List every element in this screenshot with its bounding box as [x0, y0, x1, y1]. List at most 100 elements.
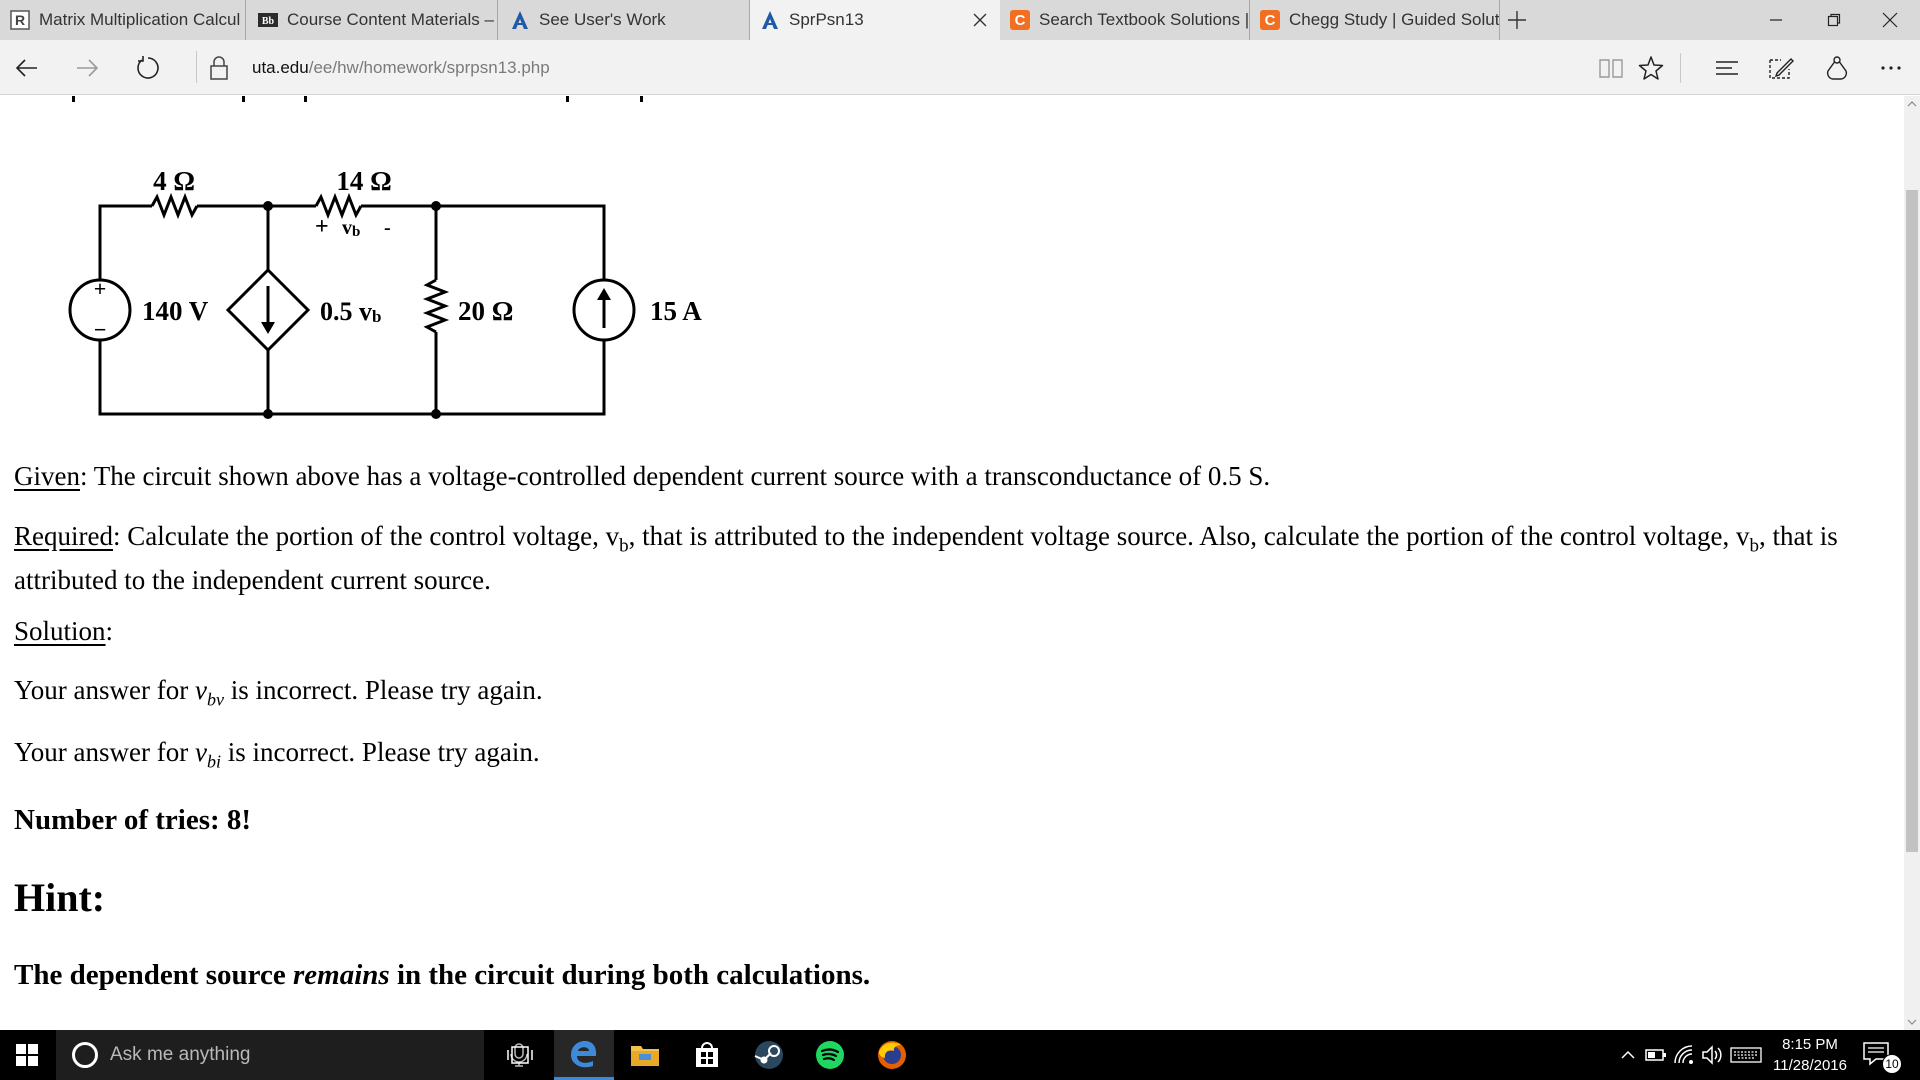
svg-text:Bb: Bb	[262, 16, 275, 27]
blackboard-icon: Bb	[258, 10, 278, 30]
task-view-button[interactable]	[490, 1030, 550, 1080]
start-button[interactable]	[0, 1030, 54, 1080]
resistor-14-ohm	[314, 192, 363, 220]
tab-title: Matrix Multiplication Calcul	[39, 10, 241, 29]
label-vb: vb	[342, 217, 360, 240]
label-r3: 20 Ω	[458, 296, 513, 326]
store-icon	[696, 1042, 718, 1067]
forward-button[interactable]	[70, 51, 104, 85]
cortana-search-box[interactable]: Ask me anything	[56, 1030, 528, 1080]
address-separator	[196, 51, 197, 83]
tab-chegg-study[interactable]: C Chegg Study | Guided Solut	[1250, 0, 1500, 40]
restore-icon	[1827, 13, 1841, 27]
label-vb-minus: -	[384, 217, 391, 239]
url-domain: uta.edu	[252, 58, 309, 77]
label-r2: 14 Ω	[336, 166, 391, 196]
tab-title: Search Textbook Solutions |	[1039, 10, 1249, 29]
page-content: 4 Ω 14 Ω + vb - + − 140 V 0.5 vb 20 Ω 15…	[0, 96, 1904, 1030]
a-logo-icon	[760, 10, 780, 30]
given-paragraph: Given: The circuit shown above has a vol…	[14, 459, 1894, 493]
minimize-icon	[1770, 19, 1782, 21]
hint-emphasis: remains	[293, 959, 390, 991]
address-field[interactable]: uta.edu/ee/hw/homework/sprpsn13.php	[252, 58, 550, 78]
folder-icon	[631, 1046, 659, 1066]
required-sub-2: b	[1749, 535, 1760, 557]
tab-title: See User's Work	[539, 10, 666, 29]
hint-heading: Hint:	[14, 875, 106, 920]
taskbar-firefox[interactable]	[862, 1030, 922, 1080]
share-button[interactable]	[1820, 51, 1854, 85]
required-sub-1: b	[619, 535, 629, 557]
taskbar-store[interactable]	[677, 1030, 737, 1080]
steam-icon	[754, 1041, 783, 1069]
svg-text:C: C	[1015, 12, 1026, 29]
lock-icon[interactable]	[208, 55, 230, 81]
keyboard-icon[interactable]	[1730, 1043, 1762, 1067]
close-tab-icon[interactable]	[970, 10, 990, 30]
scrollbar-thumb[interactable]	[1906, 190, 1918, 852]
back-arrow-icon	[15, 59, 37, 77]
required-paragraph: Required: Calculate the portion of the c…	[14, 519, 1894, 597]
battery-icon[interactable]	[1644, 1043, 1668, 1067]
reading-view-button[interactable]	[1594, 51, 1628, 85]
web-note-icon	[1769, 58, 1794, 79]
label-vs-plus: +	[94, 276, 107, 301]
firefox-icon	[878, 1041, 906, 1069]
restore-button[interactable]	[1806, 0, 1862, 40]
system-clock[interactable]: 8:15 PM 11/28/2016	[1760, 1034, 1860, 1076]
web-note-button[interactable]	[1764, 51, 1798, 85]
close-icon	[1882, 12, 1898, 28]
tab-sprpsn13[interactable]: SprPsn13	[750, 0, 1000, 40]
taskbar-spotify[interactable]	[800, 1030, 860, 1080]
minimize-button[interactable]	[1748, 0, 1804, 40]
url-path: /ee/hw/homework/sprpsn13.php	[308, 58, 550, 77]
tab-matrix-calculator[interactable]: R Matrix Multiplication Calcul	[0, 0, 246, 40]
more-button[interactable]	[1874, 51, 1908, 85]
scroll-down-icon[interactable]	[1904, 1014, 1920, 1030]
taskbar-file-explorer[interactable]	[615, 1030, 675, 1080]
notification-count-badge: 10	[1882, 1054, 1902, 1074]
close-window-button[interactable]	[1862, 0, 1918, 40]
wifi-icon[interactable]	[1672, 1043, 1696, 1067]
solution-label: Solution	[14, 616, 106, 646]
taskbar-steam[interactable]	[739, 1030, 799, 1080]
circuit-diagram: 4 Ω 14 Ω + vb - + − 140 V 0.5 vb 20 Ω 15…	[68, 166, 702, 419]
edge-icon	[571, 1040, 597, 1067]
answer2-prefix: Your answer for	[14, 737, 195, 767]
answer-vbi-feedback: Your answer for vbi is incorrect. Please…	[14, 735, 1894, 778]
chegg-icon: C	[1010, 10, 1030, 30]
vertical-scrollbar[interactable]	[1904, 96, 1920, 1030]
action-center-button[interactable]: 10	[1862, 1040, 1902, 1074]
answer1-prefix: Your answer for	[14, 675, 195, 705]
taskbar-edge[interactable]	[554, 1030, 614, 1080]
task-view-icon	[507, 1046, 533, 1064]
taskbar: Ask me anything 8:15 PM 11/28/2016 10	[0, 1030, 1920, 1080]
resistor-20-ohm	[422, 278, 450, 334]
navigation-bar: uta.edu/ee/hw/homework/sprpsn13.php	[0, 40, 1920, 95]
new-tab-icon[interactable]	[1505, 8, 1529, 32]
label-vs-minus: −	[94, 317, 107, 342]
given-label: Given	[14, 461, 80, 491]
resistor-4-ohm	[150, 192, 199, 220]
hub-button[interactable]	[1710, 51, 1744, 85]
scroll-up-icon[interactable]	[1904, 96, 1920, 112]
tab-course-content[interactable]: Bb Course Content Materials –	[248, 0, 498, 40]
refresh-button[interactable]	[131, 51, 165, 85]
hint-text: The dependent source remains in the circ…	[14, 959, 871, 991]
hub-icon	[1716, 61, 1738, 75]
favorite-button[interactable]	[1634, 51, 1668, 85]
given-text: : The circuit shown above has a voltage-…	[79, 461, 1271, 491]
tab-see-users-work[interactable]: See User's Work	[500, 0, 750, 40]
cortana-icon	[72, 1042, 98, 1068]
volume-icon[interactable]	[1700, 1043, 1724, 1067]
required-label: Required	[14, 521, 113, 551]
tab-search-textbook-solutions[interactable]: C Search Textbook Solutions |	[1000, 0, 1250, 40]
svg-text:C: C	[1265, 12, 1276, 29]
show-hidden-icons-icon[interactable]	[1616, 1043, 1640, 1067]
solution-colon: :	[105, 616, 114, 646]
tab-title: SprPsn13	[789, 10, 864, 29]
spotify-icon	[816, 1041, 844, 1069]
back-button[interactable]	[10, 51, 44, 85]
clipped-text-fragment	[72, 96, 643, 102]
answer2-suffix: is incorrect. Please try again.	[220, 737, 540, 767]
